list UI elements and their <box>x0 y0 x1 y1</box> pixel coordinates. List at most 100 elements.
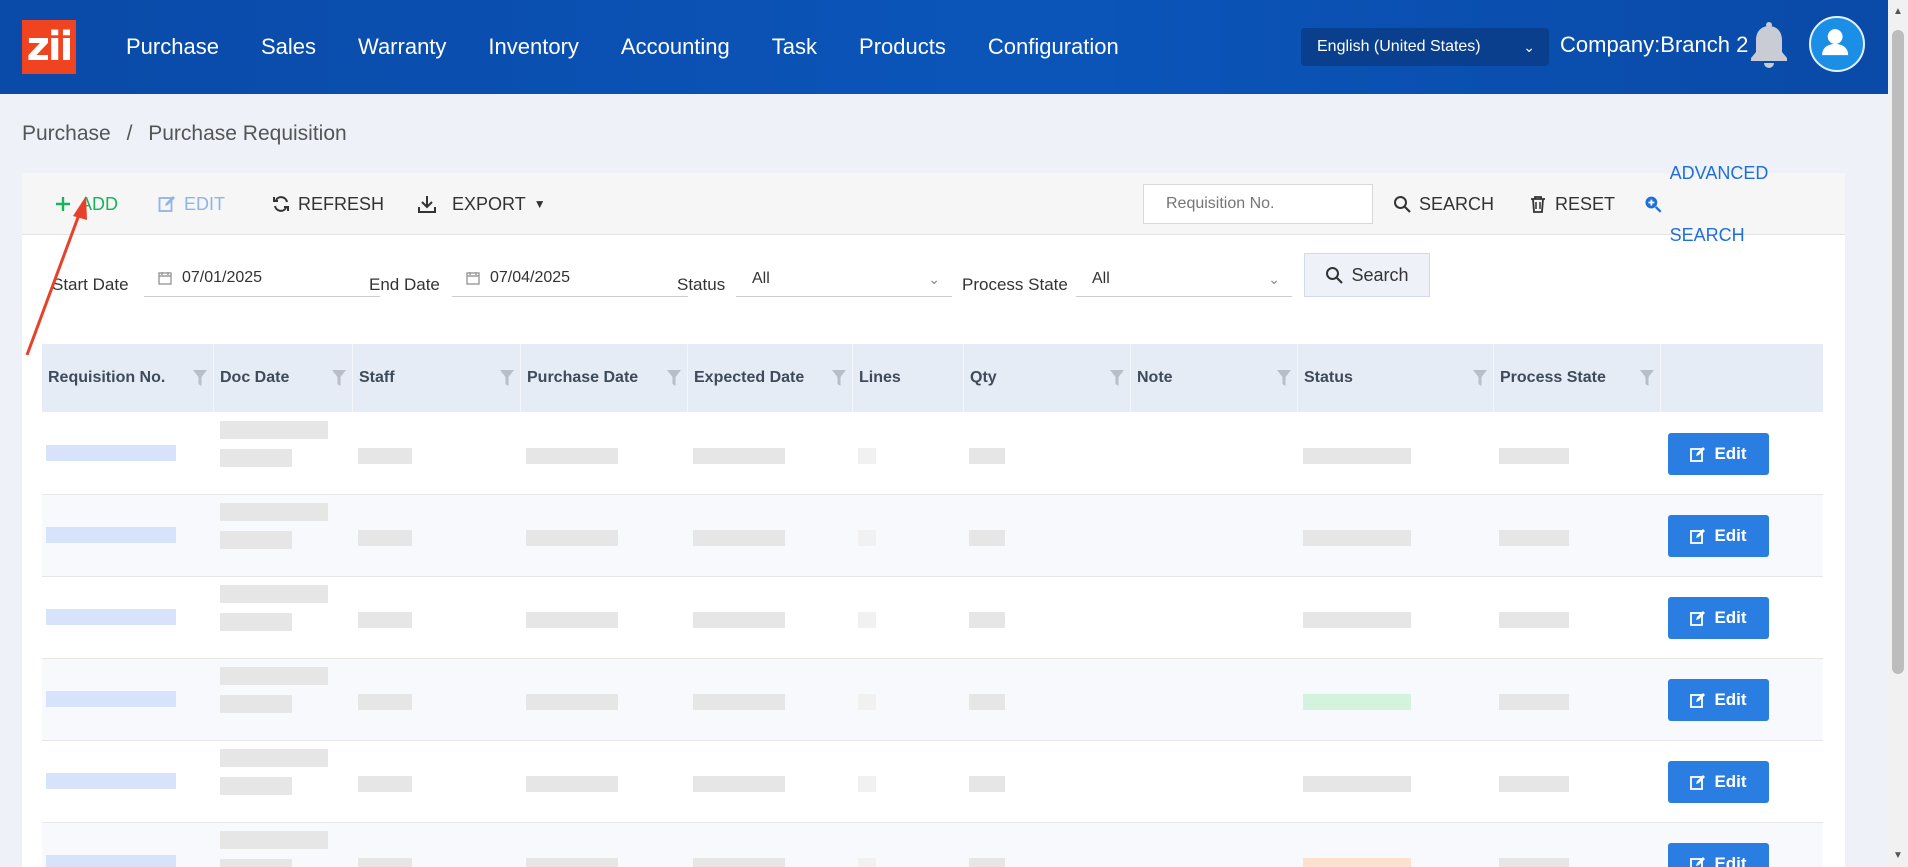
scroll-up-icon[interactable]: ▲ <box>1893 6 1903 17</box>
search-button[interactable]: SEARCH <box>1393 173 1494 235</box>
start-date-value: 07/01/2025 <box>182 269 263 286</box>
zii-logo[interactable]: zii <box>22 20 76 74</box>
table-header: Requisition No. Doc Date Staff Purchase … <box>42 344 1823 412</box>
nav-inventory[interactable]: Inventory <box>467 34 600 60</box>
nav-accounting[interactable]: Accounting <box>600 34 751 60</box>
table-row[interactable]: Edit <box>42 741 1823 823</box>
requisition-search-input[interactable] <box>1143 184 1373 224</box>
filter-icon[interactable] <box>1277 370 1291 386</box>
toolbar: ADD EDIT REFRESH EXPORT ▼ SEARCH RESET A… <box>22 163 1845 245</box>
table-row[interactable]: Edit <box>42 823 1823 867</box>
filter-icon[interactable] <box>193 370 207 386</box>
redacted-cell <box>46 527 176 543</box>
redacted-cell <box>969 448 1005 464</box>
start-date-input[interactable]: 07/01/2025 <box>144 263 380 297</box>
redacted-cell <box>220 613 292 631</box>
filter-icon[interactable] <box>500 370 514 386</box>
chevron-down-icon: ⌄ <box>928 271 940 287</box>
refresh-button[interactable]: REFRESH <box>272 173 384 235</box>
col-lines[interactable]: Lines <box>853 344 964 412</box>
top-navbar: zii Purchase Sales Warranty Inventory Ac… <box>0 0 1888 94</box>
filter-search-button[interactable]: Search <box>1304 253 1430 297</box>
row-edit-label: Edit <box>1714 608 1747 627</box>
filter-icon[interactable] <box>832 370 846 386</box>
table-row[interactable]: Edit <box>42 659 1823 741</box>
reset-button[interactable]: RESET <box>1529 173 1615 235</box>
filter-icon[interactable] <box>1640 370 1654 386</box>
edit-icon <box>1690 857 1706 867</box>
col-expected-date[interactable]: Expected Date <box>688 344 853 412</box>
table-row[interactable]: Edit <box>42 577 1823 659</box>
redacted-cell <box>858 530 876 546</box>
col-staff[interactable]: Staff <box>353 344 521 412</box>
redacted-cell <box>220 449 292 467</box>
scroll-down-icon[interactable]: ▼ <box>1893 850 1903 861</box>
filter-icon[interactable] <box>667 370 681 386</box>
row-edit-label: Edit <box>1714 854 1747 867</box>
col-label: Lines <box>859 369 901 386</box>
col-purchase-date[interactable]: Purchase Date <box>521 344 688 412</box>
col-qty[interactable]: Qty <box>964 344 1131 412</box>
redacted-cell <box>1499 530 1569 546</box>
chevron-down-icon: ⌄ <box>1268 271 1280 287</box>
row-edit-button[interactable]: Edit <box>1668 515 1769 557</box>
filter-icon[interactable] <box>1473 370 1487 386</box>
redacted-cell <box>693 448 785 464</box>
redacted-cell <box>1499 448 1569 464</box>
col-actions <box>1661 344 1823 412</box>
table-row[interactable]: Edit <box>42 413 1823 495</box>
col-note[interactable]: Note <box>1131 344 1298 412</box>
nav-task[interactable]: Task <box>751 34 838 60</box>
row-edit-button[interactable]: Edit <box>1668 597 1769 639</box>
filter-icon[interactable] <box>1110 370 1124 386</box>
row-edit-button[interactable]: Edit <box>1668 679 1769 721</box>
filter-icon[interactable] <box>332 370 346 386</box>
edit-button[interactable]: EDIT <box>158 173 225 235</box>
redacted-cell <box>526 694 618 710</box>
redacted-cell <box>1499 612 1569 628</box>
col-process-state[interactable]: Process State <box>1494 344 1661 412</box>
redacted-cell <box>46 445 176 461</box>
row-edit-button[interactable]: Edit <box>1668 761 1769 803</box>
col-doc-date[interactable]: Doc Date <box>214 344 353 412</box>
row-edit-button[interactable]: Edit <box>1668 843 1769 867</box>
plus-icon <box>56 197 70 211</box>
process-state-label: Process State <box>962 275 1068 294</box>
redacted-cell <box>693 858 785 867</box>
table-row[interactable]: Edit <box>42 495 1823 577</box>
status-select[interactable]: All ⌄ <box>736 263 952 297</box>
language-select[interactable]: English (United States) ⌄ <box>1301 28 1549 66</box>
redacted-cell <box>358 612 412 628</box>
status-select-value: All <box>752 270 770 287</box>
breadcrumb-root[interactable]: Purchase <box>22 122 111 145</box>
redacted-cell <box>526 858 618 867</box>
process-state-select[interactable]: All ⌄ <box>1076 263 1292 297</box>
export-label: EXPORT <box>452 194 526 214</box>
nav-purchase[interactable]: Purchase <box>126 34 240 60</box>
user-avatar[interactable] <box>1809 16 1865 72</box>
vertical-scrollbar[interactable]: ▲ ▼ <box>1888 0 1908 867</box>
scrollbar-thumb[interactable] <box>1892 30 1904 674</box>
redacted-cell <box>693 530 785 546</box>
row-edit-button[interactable]: Edit <box>1668 433 1769 475</box>
col-label: Requisition No. <box>48 369 166 386</box>
nav-warranty[interactable]: Warranty <box>337 34 467 60</box>
redacted-cell <box>1303 612 1411 628</box>
nav-products[interactable]: Products <box>838 34 967 60</box>
col-status[interactable]: Status <box>1298 344 1494 412</box>
col-requisition-no[interactable]: Requisition No. <box>42 344 214 412</box>
redacted-cell <box>46 691 176 707</box>
user-icon <box>1822 29 1849 56</box>
col-label: Staff <box>359 369 395 386</box>
end-date-input[interactable]: 07/04/2025 <box>452 263 688 297</box>
advanced-search-button[interactable]: ADVANCED SEARCH <box>1644 163 1845 245</box>
redacted-cell <box>46 855 176 867</box>
company-label[interactable]: Company:Branch 2 <box>1560 32 1748 58</box>
redacted-cell <box>969 530 1005 546</box>
col-label: Qty <box>970 369 997 386</box>
nav-configuration[interactable]: Configuration <box>967 34 1140 60</box>
bell-icon[interactable] <box>1748 22 1790 70</box>
export-dropdown[interactable]: EXPORT ▼ <box>418 173 546 235</box>
add-button[interactable]: ADD <box>54 173 118 235</box>
nav-sales[interactable]: Sales <box>240 34 337 60</box>
